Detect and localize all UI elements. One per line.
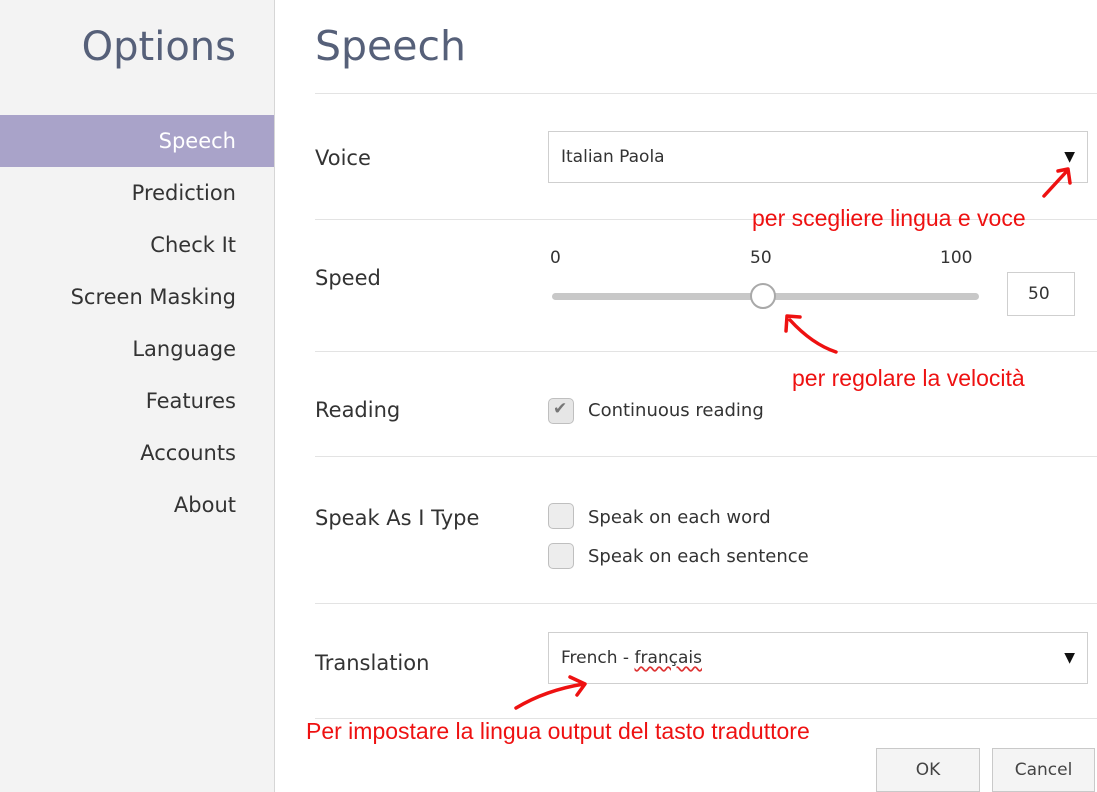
sidebar-item-features[interactable]: Features — [0, 375, 274, 427]
sidebar-item-accounts[interactable]: Accounts — [0, 427, 274, 479]
ok-button[interactable]: OK — [876, 748, 980, 792]
sidebar-item-about[interactable]: About — [0, 479, 274, 531]
chevron-down-icon: ▼ — [1064, 650, 1075, 666]
annotation-voice: per scegliere lingua e voce — [752, 205, 1026, 231]
page-title: Speech — [315, 22, 467, 70]
divider — [315, 456, 1097, 457]
sidebar-item-prediction[interactable]: Prediction — [0, 167, 274, 219]
checkmark-icon: ✔ — [553, 399, 568, 419]
speak-each-word-checkbox[interactable] — [548, 503, 574, 529]
continuous-reading-label: Continuous reading — [588, 400, 764, 421]
sidebar-item-check-it[interactable]: Check It — [0, 219, 274, 271]
speak-as-i-type-label: Speak As I Type — [315, 506, 480, 530]
annotation-translation: Per impostare la lingua output del tasto… — [306, 718, 810, 744]
options-sidebar: Options Speech Prediction Check It Scree… — [0, 0, 275, 792]
slider-tick-min: 0 — [550, 248, 561, 268]
speed-slider-thumb[interactable] — [750, 283, 776, 309]
divider — [315, 603, 1097, 604]
slider-tick-max: 100 — [940, 248, 973, 268]
sidebar-item-screen-masking[interactable]: Screen Masking — [0, 271, 274, 323]
voice-select[interactable]: Italian Paola ▼ — [548, 131, 1088, 183]
annotation-speed: per regolare la velocità — [792, 365, 1025, 391]
speak-each-sentence-label: Speak on each sentence — [588, 546, 809, 567]
translation-label: Translation — [315, 651, 430, 675]
continuous-reading-checkbox[interactable]: ✔ — [548, 398, 574, 424]
divider — [315, 351, 1097, 352]
slider-tick-mid: 50 — [750, 248, 772, 268]
speech-settings-panel: Speech Voice Italian Paola ▼ Speed 0 50 … — [315, 0, 1097, 792]
divider — [315, 93, 1097, 94]
chevron-down-icon: ▼ — [1064, 149, 1075, 165]
speak-each-sentence-checkbox[interactable] — [548, 543, 574, 569]
translation-select[interactable]: French - français ▼ — [548, 632, 1088, 684]
speak-each-word-label: Speak on each word — [588, 507, 771, 528]
sidebar-title: Options — [81, 24, 236, 70]
sidebar-item-language[interactable]: Language — [0, 323, 274, 375]
speed-label: Speed — [315, 266, 381, 290]
speed-value-input[interactable]: 50 — [1007, 272, 1075, 316]
voice-label: Voice — [315, 146, 371, 170]
sidebar-nav: Speech Prediction Check It Screen Maskin… — [0, 115, 274, 531]
voice-select-value: Italian Paola — [561, 147, 665, 167]
translation-select-value: French - français — [561, 648, 702, 668]
cancel-button[interactable]: Cancel — [992, 748, 1095, 792]
reading-label: Reading — [315, 398, 401, 422]
sidebar-item-speech[interactable]: Speech — [0, 115, 274, 167]
